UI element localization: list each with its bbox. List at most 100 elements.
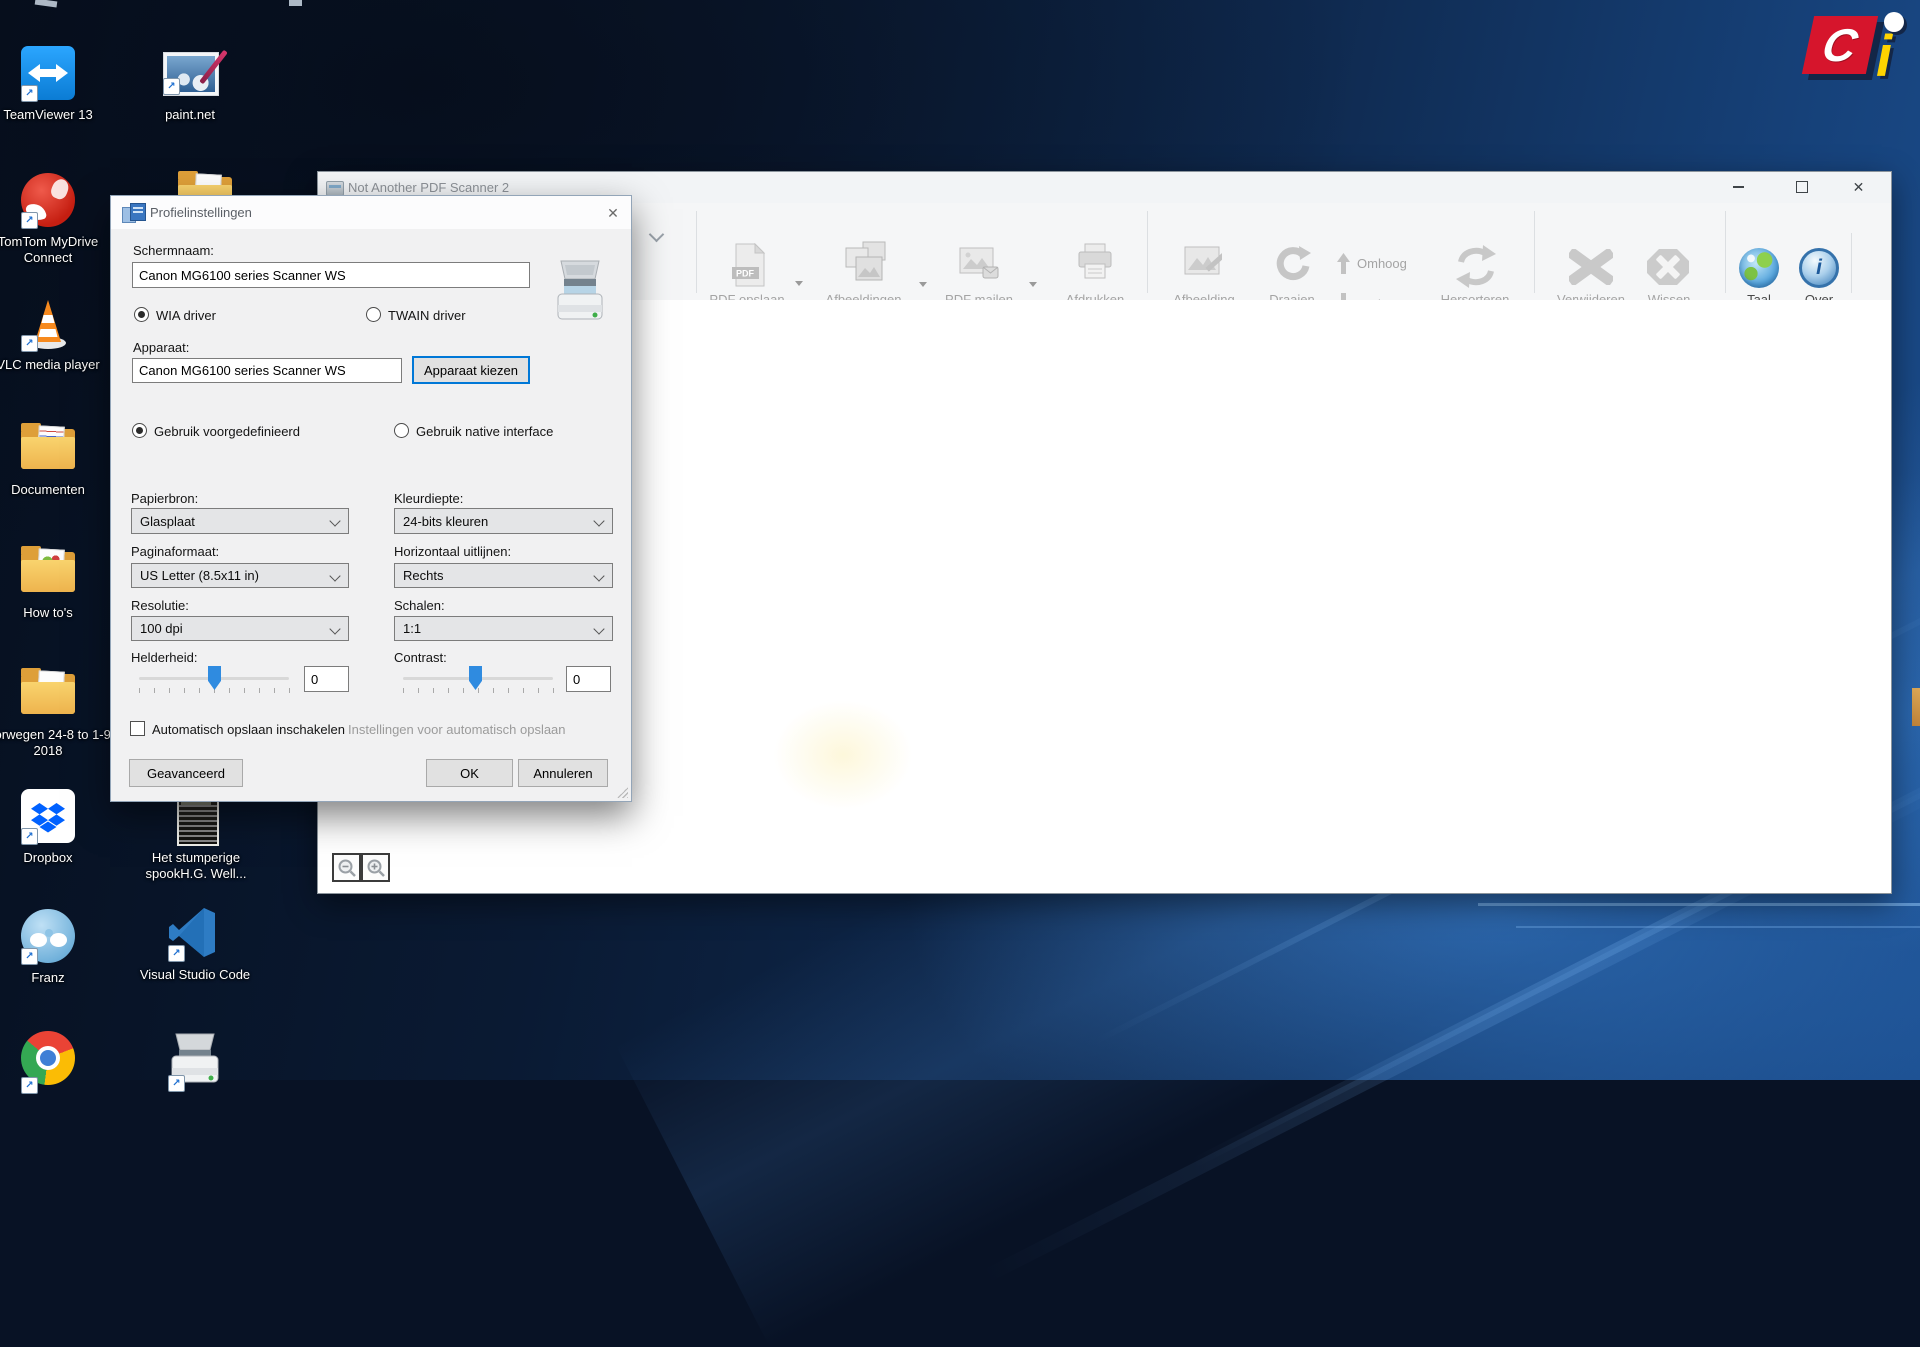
autosave-settings-link[interactable]: Instellingen voor automatisch opslaan bbox=[348, 722, 566, 737]
toolbar-separator bbox=[1851, 233, 1852, 293]
shortcut-arrow-icon: ↗ bbox=[21, 85, 38, 102]
schermnaam-input[interactable] bbox=[132, 262, 530, 288]
contrast-label: Contrast: bbox=[394, 650, 447, 665]
desktop-icon-vscode[interactable]: ↗ Visual Studio Code bbox=[130, 905, 260, 983]
desktop-icon-dropbox[interactable]: ↗ Dropbox bbox=[0, 788, 113, 866]
delete-icon bbox=[1569, 249, 1613, 285]
dropdown-arrow-icon[interactable] bbox=[1029, 282, 1037, 287]
logo-letter-c: C bbox=[1818, 22, 1861, 68]
desktop-icon-spook-book[interactable]: Het stumperige spookH.G. Well... bbox=[131, 788, 261, 882]
content-smudge bbox=[773, 700, 913, 810]
tomtom-icon: ↗ bbox=[20, 172, 76, 230]
vlc-icon: ↗ bbox=[20, 295, 76, 353]
franz-icon: ↗ bbox=[20, 908, 76, 966]
desktop-icon-paintnet[interactable]: ↗ paint.net bbox=[125, 45, 255, 123]
edit-image-icon bbox=[1184, 244, 1222, 281]
top-edge-fragment bbox=[289, 0, 302, 6]
resolutie-select[interactable]: 100 dpi bbox=[131, 616, 349, 641]
desktop-icon-teamviewer[interactable]: ↗ TeamViewer 13 bbox=[0, 45, 113, 123]
twain-driver-radio[interactable] bbox=[366, 307, 381, 322]
desktop-icon-howtos[interactable]: How to's bbox=[0, 543, 113, 621]
desktop-icon-scanner-app[interactable]: ↗ bbox=[130, 1028, 260, 1086]
apparaat-label: Apparaat: bbox=[133, 340, 189, 355]
dialog-title: Profielinstellingen bbox=[150, 205, 252, 220]
zoom-out-button[interactable] bbox=[332, 853, 361, 882]
native-interface-radio[interactable] bbox=[394, 423, 409, 438]
resort-icon bbox=[1453, 245, 1499, 288]
desktop-icon-label: TeamViewer 13 bbox=[0, 107, 113, 123]
desktop-icon-label: Visual Studio Code bbox=[130, 967, 260, 983]
papierbron-select[interactable]: Glasplaat bbox=[131, 508, 349, 534]
helderheid-value-input[interactable]: 0 bbox=[304, 666, 349, 692]
pdf-save-icon: PDF bbox=[732, 243, 766, 287]
dropbox-icon: ↗ bbox=[20, 788, 76, 846]
ci-watermark-logo: C i bbox=[1800, 10, 1920, 100]
shortcut-arrow-icon: ↗ bbox=[163, 78, 180, 95]
contrast-slider-thumb[interactable] bbox=[469, 666, 482, 690]
ok-button[interactable]: OK bbox=[426, 759, 513, 787]
dialog-close-button[interactable]: ✕ bbox=[602, 203, 624, 223]
close-button[interactable]: ✕ bbox=[1836, 172, 1881, 202]
desktop-icon-chrome[interactable]: ↗ bbox=[0, 1030, 113, 1088]
minimize-icon bbox=[1733, 186, 1744, 188]
teamviewer-icon: ↗ bbox=[20, 45, 76, 103]
contrast-slider-ticks bbox=[403, 688, 554, 693]
logo-letter-i: i bbox=[1876, 28, 1892, 86]
documents-folder-icon bbox=[20, 420, 76, 478]
minimize-button[interactable] bbox=[1716, 172, 1761, 202]
svg-text:PDF: PDF bbox=[736, 269, 755, 279]
dropdown-arrow-icon[interactable] bbox=[919, 282, 927, 287]
info-icon: i bbox=[1799, 248, 1839, 288]
resize-grip[interactable] bbox=[617, 787, 628, 798]
voorgedefinieerd-radio[interactable] bbox=[132, 423, 147, 438]
native-interface-label: Gebruik native interface bbox=[416, 424, 553, 439]
kleurdiepte-label: Kleurdiepte: bbox=[394, 491, 463, 506]
wia-driver-radio[interactable] bbox=[134, 307, 149, 322]
dialog-titlebar[interactable]: Profielinstellingen ✕ bbox=[111, 196, 631, 229]
autosave-label: Automatisch opslaan inschakelen bbox=[152, 722, 345, 737]
shortcut-arrow-icon: ↗ bbox=[21, 212, 38, 229]
shortcut-arrow-icon: ↗ bbox=[168, 1075, 185, 1092]
toolbar-separator bbox=[696, 211, 697, 293]
desktop-icon-label: Documenten bbox=[0, 482, 113, 498]
shortcut-arrow-icon: ↗ bbox=[21, 335, 38, 352]
desktop-icon-vlc[interactable]: ↗ VLC media player bbox=[0, 295, 113, 373]
wia-driver-label: WIA driver bbox=[156, 308, 216, 323]
print-icon bbox=[1077, 243, 1113, 281]
schermnaam-label: Schermnaam: bbox=[133, 243, 214, 258]
paintnet-icon: ↗ bbox=[162, 45, 218, 103]
zoom-out-icon bbox=[337, 858, 357, 878]
app-scanner-icon bbox=[326, 181, 344, 196]
toolbar-separator bbox=[1725, 211, 1726, 293]
close-icon: ✕ bbox=[1853, 179, 1865, 196]
desktop-icon-tomtom[interactable]: ↗ TomTom MyDrive Connect bbox=[0, 172, 113, 266]
zoom-in-icon bbox=[366, 858, 386, 878]
apparaat-kiezen-button[interactable]: Apparaat kiezen bbox=[412, 356, 530, 384]
desktop-icon-documenten[interactable]: Documenten bbox=[0, 420, 113, 498]
clear-icon bbox=[1646, 248, 1690, 286]
autosave-checkbox[interactable] bbox=[130, 721, 145, 736]
desktop-icon-norwegen[interactable]: Norwegen 24-8 to 1-9 2018 bbox=[0, 665, 113, 759]
wallpaper-streak bbox=[1478, 903, 1920, 906]
zoom-in-button[interactable] bbox=[361, 853, 390, 882]
desktop-icon-label: paint.net bbox=[125, 107, 255, 123]
shortcut-arrow-icon: ↗ bbox=[168, 945, 185, 962]
scanner-icon: ↗ bbox=[167, 1028, 223, 1086]
maximize-button[interactable] bbox=[1779, 172, 1824, 202]
apparaat-input[interactable] bbox=[132, 358, 402, 383]
uitlijnen-select[interactable]: Rechts bbox=[394, 563, 613, 588]
uitlijnen-label: Horizontaal uitlijnen: bbox=[394, 544, 511, 559]
annuleren-button[interactable]: Annuleren bbox=[518, 759, 608, 787]
desktop-icon-franz[interactable]: ↗ Franz bbox=[0, 908, 113, 986]
helderheid-slider-thumb[interactable] bbox=[208, 666, 221, 690]
paginaformaat-select[interactable]: US Letter (8.5x11 in) bbox=[131, 563, 349, 588]
toolbar-separator bbox=[1534, 211, 1535, 293]
desktop-icon-label: How to's bbox=[0, 605, 113, 621]
desktop-icon-label: Het stumperige spookH.G. Well... bbox=[131, 850, 261, 882]
kleurdiepte-select[interactable]: 24-bits kleuren bbox=[394, 508, 613, 534]
contrast-value-input[interactable]: 0 bbox=[566, 666, 611, 692]
geavanceerd-button[interactable]: Geavanceerd bbox=[129, 759, 243, 787]
schalen-select[interactable]: 1:1 bbox=[394, 616, 613, 641]
helderheid-label: Helderheid: bbox=[131, 650, 198, 665]
dropdown-arrow-icon[interactable] bbox=[795, 281, 803, 286]
